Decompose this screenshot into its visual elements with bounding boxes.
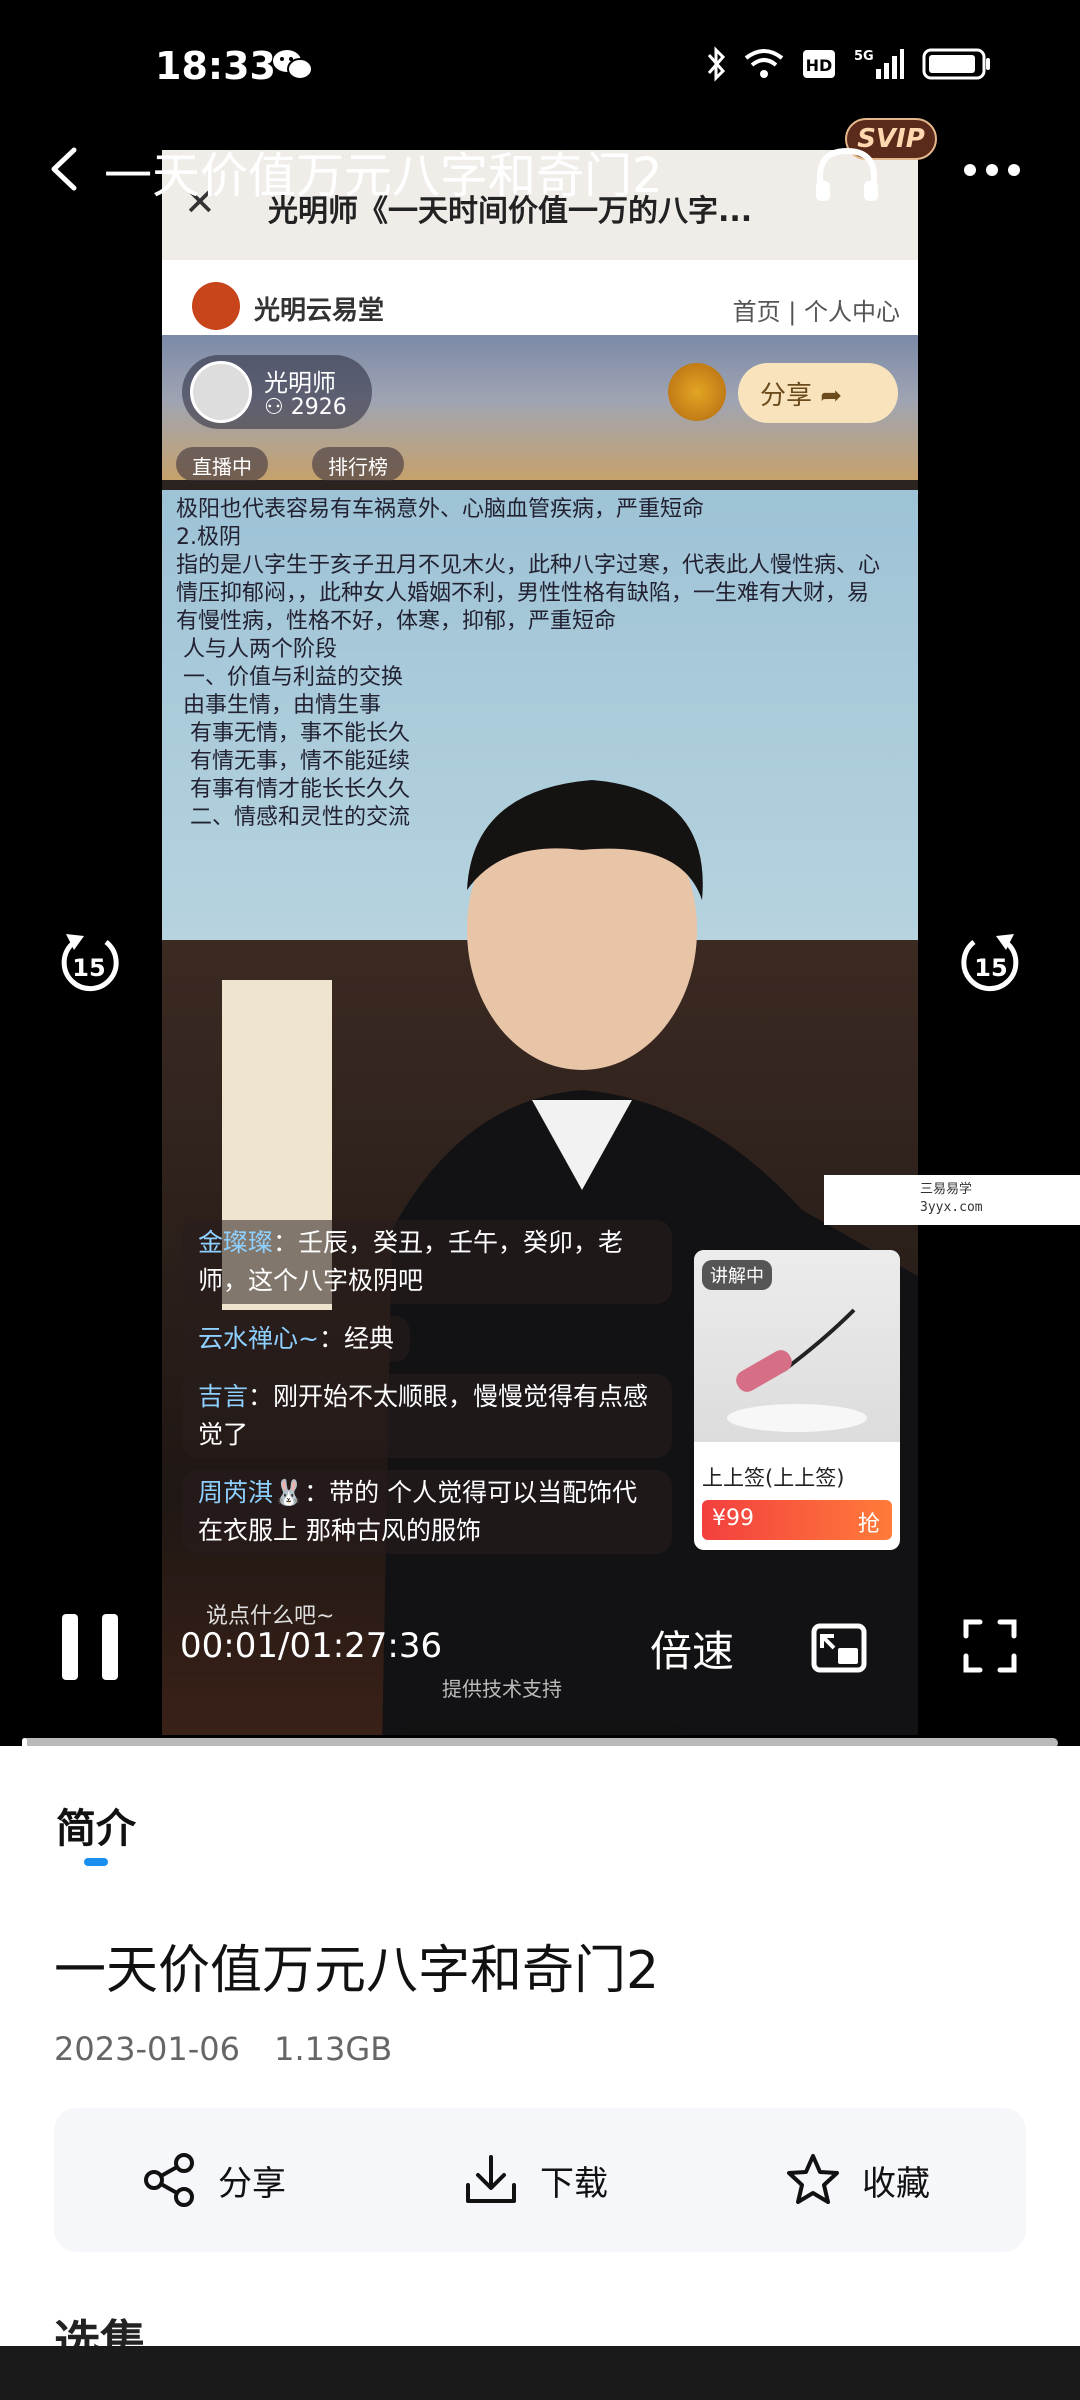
- bluetooth-icon: [707, 46, 726, 82]
- svg-text:HD: HD: [806, 56, 833, 75]
- board-line: 情压抑郁闷，，此种女人婚姻不利，男性性格有缺陷，一生难有大财，易: [176, 581, 870, 606]
- back-icon[interactable]: [44, 144, 84, 194]
- wifi-icon: [744, 49, 784, 78]
- share-button[interactable]: 分享: [140, 2152, 286, 2208]
- comment-item: 云水禅心~：经典: [182, 1316, 410, 1362]
- rank-chip: 排行榜: [312, 447, 404, 481]
- comment-user: 周芮淇🐰: [198, 1478, 305, 1507]
- product-tag: 讲解中: [702, 1260, 772, 1290]
- video-home-indicator: [402, 1725, 682, 1733]
- watermark: 三易易学 3yyx.com: [824, 1175, 1080, 1225]
- wechat-icon: [273, 50, 313, 80]
- star-icon: [787, 2154, 839, 2204]
- host-pill: 光明师 ⚇ 2926: [182, 355, 372, 429]
- favorite-label: 收藏: [862, 2163, 930, 2204]
- rewind-label: 15: [72, 954, 105, 982]
- product-price-bar: ¥99 抢: [702, 1500, 892, 1540]
- watermark-line: 3yyx.com: [920, 1200, 983, 1215]
- progress-fill: [22, 1738, 28, 1746]
- comment-user: 吉言: [198, 1382, 249, 1411]
- board-line: 2.极阴: [176, 525, 241, 550]
- board-line: 有事无情，事不能长久: [176, 721, 411, 746]
- badge-icon: [668, 363, 726, 421]
- download-button[interactable]: 下载: [462, 2152, 608, 2208]
- favorite-button[interactable]: 收藏: [784, 2152, 930, 2208]
- fullscreen-icon[interactable]: [962, 1618, 1018, 1674]
- product-card: 讲解中 上上签(上上签) ¥99 抢: [694, 1250, 900, 1550]
- forward-15-icon[interactable]: 15: [958, 924, 1024, 994]
- pause-button[interactable]: [60, 1612, 120, 1682]
- board-line: 极阳也代表容易有车祸意外、心脑血管疾病，严重短命: [176, 497, 705, 522]
- signal-5g-icon: 5G: [854, 49, 904, 79]
- avatar: [190, 361, 252, 423]
- battery-icon: [922, 48, 990, 80]
- product-price: ¥99: [712, 1506, 754, 1531]
- viewer-count-value: 2926: [290, 395, 347, 420]
- share-icon: [144, 2153, 194, 2207]
- status-bar: 18:33 HD 5G: [0, 0, 1080, 130]
- action-card: 分享 下载 收藏: [54, 2108, 1026, 2252]
- comment-item: 吉言：刚开始不太顺眼，慢慢觉得有点感觉了: [182, 1374, 672, 1458]
- file-size: 1.13GB: [274, 2030, 393, 2068]
- picture-in-picture-icon[interactable]: [810, 1618, 870, 1678]
- bottom-bar: [0, 2346, 1080, 2400]
- brand-logo: [192, 282, 240, 330]
- host-name: 光明师: [264, 369, 336, 397]
- more-icon[interactable]: [962, 160, 1022, 180]
- comment-user: 金璨璨: [198, 1228, 274, 1257]
- headphone-icon[interactable]: [812, 145, 882, 205]
- board-line: 有慢性病，性格不好，体寒，抑郁，严重短命: [176, 609, 617, 634]
- tab-intro[interactable]: 简介: [56, 1796, 136, 1854]
- brand-name: 光明云易堂: [254, 296, 385, 326]
- video-player[interactable]: 18:33 HD 5G ✕ 光明师《一天时间价值一万的八字... 光明云易堂 首…: [0, 0, 1080, 1746]
- comment-text: ：经典: [318, 1324, 394, 1353]
- status-icons: HD 5G: [706, 46, 992, 82]
- board-line: 指的是八字生于亥子丑月不见木火，此种八字过寒，代表此人慢性病、心: [176, 553, 881, 578]
- tab-indicator: [84, 1858, 108, 1866]
- live-chip: 直播中: [176, 447, 268, 481]
- progress-bar[interactable]: [22, 1738, 1058, 1746]
- inner-share-button: 分享 ➦: [738, 363, 898, 423]
- comment-item: 周芮淇🐰：带的 个人觉得可以当配饰代在衣服上 那种古风的服饰: [182, 1470, 672, 1554]
- watermark-line: 三易易学: [920, 1182, 973, 1197]
- status-time: 18:33: [155, 44, 276, 88]
- speed-button[interactable]: 倍速: [650, 1618, 734, 1679]
- file-title: 一天价值万元八字和奇门2: [54, 1941, 660, 2001]
- product-name: 上上签(上上签): [702, 1466, 845, 1490]
- board-line: 一、价值与利益的交换: [176, 665, 404, 690]
- file-meta: 2023-01-06 1.13GB: [54, 2030, 416, 2068]
- powered-by: 提供技术支持: [442, 1677, 562, 1701]
- share-label: 分享: [218, 2163, 286, 2204]
- forward-label: 15: [974, 954, 1007, 982]
- comment-user: 云水禅心~: [198, 1324, 319, 1353]
- comment-list: 金璨璨：壬辰，癸丑，壬午，癸卯，老师，这个八字极阴吧 云水禅心~：经典 吉言：刚…: [182, 1220, 682, 1566]
- download-label: 下载: [540, 2163, 608, 2204]
- page-title: 一天价值万元八字和奇门2: [104, 148, 663, 204]
- brand-nav: 首页 | 个人中心: [732, 298, 900, 326]
- inner-share-label: 分享: [760, 381, 813, 411]
- download-icon: [466, 2155, 516, 2203]
- video-frame[interactable]: ✕ 光明师《一天时间价值一万的八字... 光明云易堂 首页 | 个人中心 光明师…: [162, 150, 918, 1735]
- product-buy: 抢: [857, 1512, 880, 1537]
- playback-time: 00:01/01:27:36: [180, 1626, 443, 1666]
- comment-text: ：刚开始不太顺眼，慢慢觉得有点感觉了: [198, 1382, 649, 1449]
- board-line: 人与人两个阶段: [176, 637, 338, 662]
- rewind-15-icon[interactable]: 15: [56, 924, 122, 994]
- viewer-count: ⚇ 2926: [264, 395, 347, 420]
- hd-icon: HD: [803, 50, 835, 78]
- file-date: 2023-01-06: [54, 2030, 240, 2068]
- svg-text:5G: 5G: [854, 49, 874, 64]
- info-panel: 简介 一天价值万元八字和奇门2 2023-01-06 1.13GB 分享 下载: [0, 1746, 1080, 2369]
- board-line: 由事生情，由情生事: [176, 693, 382, 718]
- live-banner: 光明师 ⚇ 2926 分享 ➦ 直播中 排行榜: [162, 335, 918, 481]
- comment-item: 金璨璨：壬辰，癸丑，壬午，癸卯，老师，这个八字极阴吧: [182, 1220, 672, 1304]
